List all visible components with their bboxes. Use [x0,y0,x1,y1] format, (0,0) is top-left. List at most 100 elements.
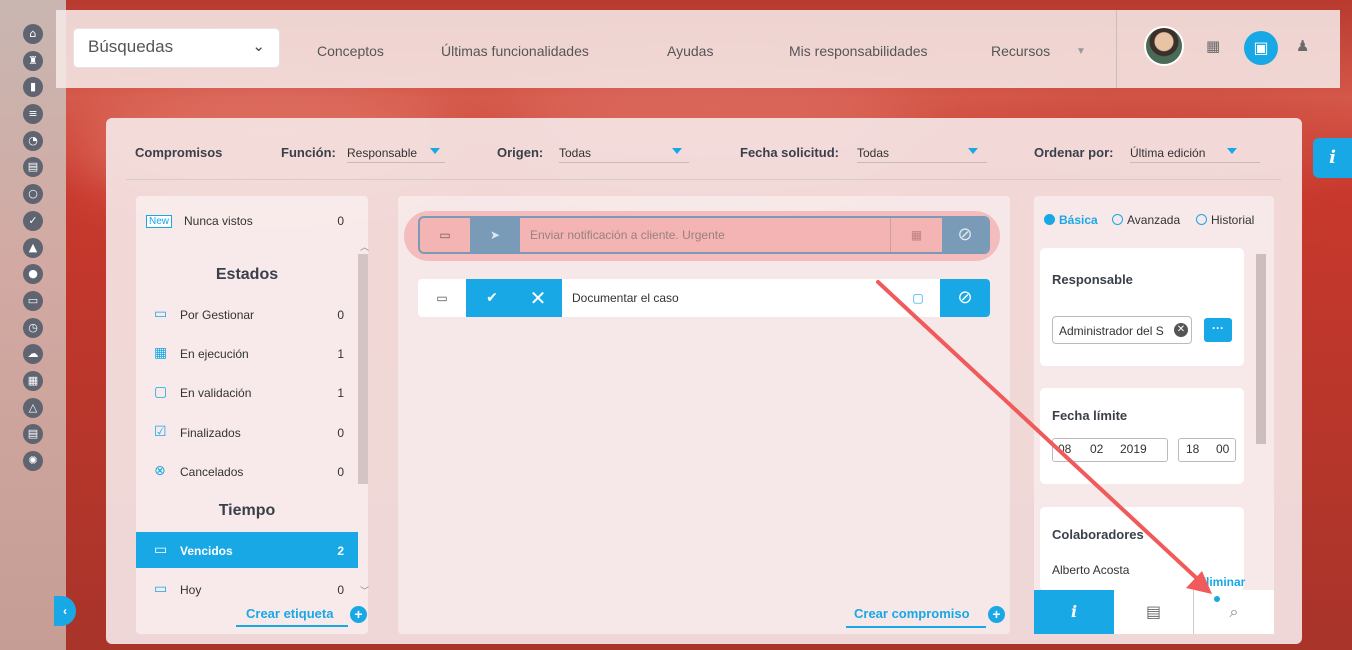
document-icon[interactable]: ▤ [23,157,43,178]
calendar-icon: ▭ [439,228,451,242]
calendar-icon[interactable]: ▦ [23,370,43,391]
warning-icon[interactable]: ▲ [23,237,43,258]
commitment-item-1[interactable]: ▭ ➤ Enviar notificación a cliente. Urgen… [418,216,990,254]
list-item-cancelados[interactable]: ⊗ Cancelados 0 [136,453,358,489]
avatar[interactable] [1144,26,1184,66]
checkbox-icon: ☑ [154,424,167,440]
cancelados-count: 0 [337,465,344,479]
origen-select[interactable]: Todas [559,146,591,160]
check-circle-icon[interactable]: ✓ [23,210,43,231]
list-icon[interactable]: ≡ [23,104,43,125]
radio-off-icon [1112,214,1123,225]
fecha-solicitud-caret-icon[interactable] [968,148,978,154]
nav-conceptos[interactable]: Conceptos [317,43,384,59]
document-icon[interactable]: ▣ [1244,31,1278,65]
settings-icon[interactable]: ✺ [23,451,43,471]
cloud-icon[interactable]: ☁ [23,344,43,365]
origen-caret-icon[interactable] [672,148,682,154]
date-day: 08 [1058,442,1072,456]
remove-icon[interactable]: ✕ [1174,323,1188,337]
nav-ayudas[interactable]: Ayudas [667,43,713,59]
filter-separator [126,179,1281,180]
check-icon[interactable]: ✔ [474,279,510,313]
fecha-solicitud-select[interactable]: Todas [857,146,889,160]
detail-scrollbar-thumb[interactable] [1256,254,1266,444]
hoy-label: Hoy [180,583,202,597]
list-item-finalizados[interactable]: ☑ Finalizados 0 [136,414,358,450]
calendar-icon: ▭ [436,291,448,305]
nav-recursos[interactable]: Recursos [991,43,1050,59]
list-scrollbar-thumb[interactable] [358,254,368,484]
tiempo-title: Tiempo [218,502,276,519]
eliminar-link[interactable]: Eliminar [1198,575,1245,589]
date-year: 2019 [1120,442,1147,456]
scroll-down-icon[interactable]: ﹀ [360,584,369,597]
bell-icon[interactable]: ♟ [1296,37,1309,55]
list-item-en-validacion[interactable]: ▢ En validación 1 [136,374,358,410]
bar-chart-icon[interactable]: ▮ [23,77,43,98]
ordenar-caret-icon[interactable] [1227,148,1237,154]
nav-ultimas-funcionalidades[interactable]: Últimas funcionalidades [441,43,589,59]
mode-historial[interactable]: Historial [1196,213,1254,227]
responsable-card: Responsable Administrador del S ✕ ··· [1040,248,1244,366]
hoy-count: 0 [337,583,344,597]
presentation-icon[interactable]: ▭ [23,290,43,311]
fecha-solicitud-underline [857,162,987,163]
info-icon[interactable]: i [1034,590,1114,634]
list-item-nunca-vistos[interactable]: New Nunca vistos 0 [136,202,358,238]
colaborador-name: Alberto Acosta [1052,563,1130,577]
main-panel: Compromisos Función: Responsable Origen:… [106,118,1302,644]
close-icon[interactable]: ✕ [518,279,558,313]
mode-avanzada[interactable]: Avanzada [1112,213,1180,227]
home-icon[interactable]: ⌂ [23,24,43,44]
funcion-select[interactable]: Responsable [347,146,417,160]
responsable-title: Responsable [1052,272,1133,287]
funcion-caret-icon[interactable] [430,148,440,154]
block-icon[interactable]: ⊘ [942,218,988,252]
ordenar-select[interactable]: Última edición [1130,146,1205,160]
tower-icon[interactable]: ♜ [23,50,43,71]
block-icon[interactable]: ⊘ [940,279,990,317]
topbar-divider [1116,10,1117,88]
toggle-icon[interactable]: ● [23,264,43,285]
nav-mis-responsabilidades[interactable]: Mis responsabilidades [789,43,928,59]
list-item-vencidos[interactable]: ▭ Vencidos 2 [136,532,358,568]
clock-icon[interactable]: ◷ [23,317,43,338]
recursos-caret-icon[interactable]: ▼ [1076,46,1086,57]
add-commitment-icon[interactable]: + [988,606,1005,623]
info-tab-button[interactable]: i [1313,138,1352,178]
send-icon[interactable]: ➤ [470,218,520,252]
list-item-por-gestionar[interactable]: ▭ Por Gestionar 0 [136,296,358,332]
list-item-hoy[interactable]: ▭ Hoy 0 [136,571,358,599]
detail-panel: Básica Avanzada Historial Responsable Ad… [1034,196,1274,634]
list-item-en-ejecucion[interactable]: ▦ En ejecución 1 [136,335,358,371]
pie-chart-icon[interactable]: ◔ [23,130,43,151]
comment-icon[interactable]: ▤ [1114,590,1194,634]
en-validacion-label: En validación [180,386,252,400]
crear-compromiso-link[interactable]: Crear compromiso [854,606,970,621]
calendar-icon: ▭ [154,306,168,322]
add-tag-icon[interactable]: + [350,606,367,623]
finalizados-count: 0 [337,426,344,440]
crear-etiqueta-link[interactable]: Crear etiqueta [246,606,333,621]
commitment-item-2[interactable]: ▭ ✔ ✕ Documentar el caso ▢ ⊘ [418,279,990,317]
time-minute: 00 [1216,442,1230,456]
attachment-icon[interactable]: ⌕ [1194,590,1274,634]
search-document-icon[interactable]: ▢ [898,279,938,313]
calendar-icon[interactable]: ▦ [1206,37,1220,55]
search-select[interactable]: Búsquedas ⌄ [73,28,280,68]
more-options-button[interactable]: ··· [1204,318,1232,342]
vencidos-label: Vencidos [180,544,233,558]
calendar-grid-icon[interactable]: ▦ [890,218,942,252]
sidebar-collapse-button[interactable]: ‹ [54,596,76,626]
nunca-vistos-count: 0 [337,214,344,228]
mode-basica[interactable]: Básica [1044,213,1098,227]
cancel-circle-icon: ⊗ [154,463,166,479]
colaboradores-card: Colaboradores Alberto Acosta Eliminar [1040,507,1245,591]
scroll-up-icon[interactable]: ︿ [360,240,369,253]
file-icon[interactable]: ▤ [23,424,43,445]
search-select-value: Búsquedas [88,37,174,56]
network-icon[interactable]: △ [23,397,43,418]
cycle-icon[interactable]: ○ [23,184,43,205]
en-validacion-count: 1 [337,386,344,400]
